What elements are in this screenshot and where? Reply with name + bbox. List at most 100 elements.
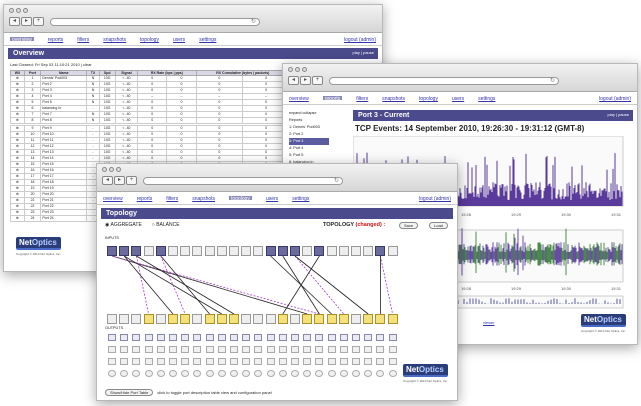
zoom-light-icon[interactable] bbox=[302, 67, 307, 72]
output-config-cell[interactable] bbox=[352, 358, 360, 365]
window-controls[interactable] bbox=[9, 8, 28, 13]
address-bar[interactable]: ↻ bbox=[50, 18, 260, 26]
output-config-cell[interactable] bbox=[291, 334, 299, 341]
output-config-cell[interactable] bbox=[120, 358, 129, 365]
nav-topology[interactable]: topology bbox=[140, 37, 159, 43]
nav-reports[interactable]: reports bbox=[48, 37, 64, 43]
input-port[interactable] bbox=[277, 246, 288, 256]
output-port[interactable] bbox=[168, 314, 178, 324]
output-config-cell[interactable] bbox=[254, 346, 263, 353]
output-port[interactable] bbox=[119, 314, 130, 324]
output-port[interactable] bbox=[375, 314, 386, 324]
nav-topology[interactable]: topology bbox=[419, 96, 438, 102]
nav-settings[interactable]: settings bbox=[199, 37, 216, 43]
output-config-cell[interactable] bbox=[303, 346, 312, 353]
output-config-cell[interactable] bbox=[339, 346, 348, 353]
forward-icon[interactable]: ▸ bbox=[300, 76, 311, 85]
minimize-light-icon[interactable] bbox=[16, 8, 21, 13]
output-config-cell[interactable] bbox=[132, 358, 141, 365]
input-port[interactable] bbox=[119, 246, 130, 256]
nav-filters[interactable]: filters bbox=[77, 37, 89, 43]
output-config-cell[interactable] bbox=[388, 334, 397, 341]
input-port[interactable] bbox=[375, 246, 386, 256]
nav-users[interactable]: users bbox=[452, 96, 464, 102]
output-config-cell[interactable] bbox=[193, 346, 202, 353]
output-config-cell[interactable] bbox=[266, 346, 275, 353]
input-port[interactable] bbox=[143, 246, 154, 256]
output-config-cell[interactable] bbox=[278, 370, 287, 377]
input-port[interactable] bbox=[363, 246, 374, 256]
output-config-cell[interactable] bbox=[242, 334, 251, 341]
output-config-cell[interactable] bbox=[108, 358, 116, 365]
input-port[interactable] bbox=[131, 246, 142, 256]
output-port[interactable] bbox=[204, 314, 215, 324]
output-config-cell[interactable] bbox=[108, 370, 116, 377]
output-config-cell[interactable] bbox=[205, 358, 214, 365]
output-port[interactable] bbox=[253, 314, 264, 324]
output-config-cell[interactable] bbox=[169, 358, 177, 365]
output-config-cell[interactable] bbox=[388, 358, 397, 365]
output-config-cell[interactable] bbox=[217, 346, 226, 353]
output-port[interactable] bbox=[338, 314, 349, 324]
output-port[interactable] bbox=[265, 314, 276, 324]
output-port[interactable] bbox=[351, 314, 361, 324]
forward-icon[interactable]: ▸ bbox=[21, 17, 32, 26]
input-port[interactable] bbox=[155, 246, 166, 256]
output-config-cell[interactable] bbox=[254, 334, 263, 341]
output-port[interactable] bbox=[290, 314, 300, 324]
output-config-cell[interactable] bbox=[339, 334, 348, 341]
sidebar-item[interactable]: 5: Port 5 bbox=[289, 152, 329, 159]
output-port[interactable] bbox=[302, 314, 313, 324]
nav-filters[interactable]: filters bbox=[356, 96, 368, 102]
output-config-cell[interactable] bbox=[108, 334, 116, 341]
window-controls[interactable] bbox=[288, 67, 307, 72]
play-pause-links[interactable]: play | pause bbox=[608, 112, 630, 117]
address-bar[interactable]: ↻ bbox=[329, 77, 559, 85]
input-port[interactable] bbox=[107, 246, 117, 256]
output-config-cell[interactable] bbox=[230, 370, 238, 377]
back-icon[interactable]: ◂ bbox=[288, 76, 299, 85]
close-light-icon[interactable] bbox=[288, 67, 293, 72]
back-icon[interactable]: ◂ bbox=[9, 17, 20, 26]
output-config-cell[interactable] bbox=[266, 334, 275, 341]
output-port[interactable] bbox=[216, 314, 227, 324]
output-config-cell[interactable] bbox=[169, 334, 177, 341]
output-config-cell[interactable] bbox=[205, 346, 214, 353]
sidebar-item[interactable]: 1: Dennis' Pod003 bbox=[289, 124, 329, 131]
play-pause-links[interactable]: play | pause bbox=[353, 50, 375, 55]
output-config-cell[interactable] bbox=[156, 358, 165, 365]
output-config-cell[interactable] bbox=[266, 370, 275, 377]
output-config-cell[interactable] bbox=[108, 346, 116, 353]
output-config-cell[interactable] bbox=[120, 346, 129, 353]
output-config-cell[interactable] bbox=[230, 358, 238, 365]
sidebar-item[interactable]: 2: Port 2 bbox=[289, 131, 329, 138]
input-port[interactable] bbox=[192, 246, 203, 256]
output-config-cell[interactable] bbox=[242, 346, 251, 353]
nav-overview[interactable]: overview bbox=[289, 96, 309, 102]
output-config-cell[interactable] bbox=[156, 346, 165, 353]
output-config-cell[interactable] bbox=[352, 334, 360, 341]
output-config-cell[interactable] bbox=[278, 334, 287, 341]
output-config-cell[interactable] bbox=[242, 358, 251, 365]
port-status-icon[interactable]: ⊕ bbox=[10, 215, 25, 222]
sidebar-item[interactable]: 4: Port 4 bbox=[289, 145, 329, 152]
output-config-cell[interactable] bbox=[266, 358, 275, 365]
sidebar-item[interactable]: 3: Port 3 bbox=[289, 138, 329, 145]
output-config-cell[interactable] bbox=[364, 346, 373, 353]
logout-link[interactable]: logout (admin) bbox=[599, 96, 631, 102]
expand-collapse-toggle[interactable]: expand collapse bbox=[289, 110, 329, 117]
input-port[interactable] bbox=[204, 246, 215, 256]
input-port[interactable] bbox=[265, 246, 276, 256]
output-config-cell[interactable] bbox=[364, 334, 373, 341]
logout-link[interactable]: logout (admin) bbox=[344, 37, 376, 43]
input-port[interactable] bbox=[180, 246, 191, 256]
input-port[interactable] bbox=[253, 246, 264, 256]
output-port[interactable] bbox=[192, 314, 203, 324]
output-config-cell[interactable] bbox=[169, 370, 177, 377]
output-config-cell[interactable] bbox=[291, 370, 299, 377]
output-port[interactable] bbox=[387, 314, 398, 324]
output-config-cell[interactable] bbox=[217, 370, 226, 377]
output-config-cell[interactable] bbox=[144, 370, 153, 377]
add-tab-icon[interactable]: + bbox=[312, 76, 323, 85]
output-config-cell[interactable] bbox=[376, 346, 385, 353]
